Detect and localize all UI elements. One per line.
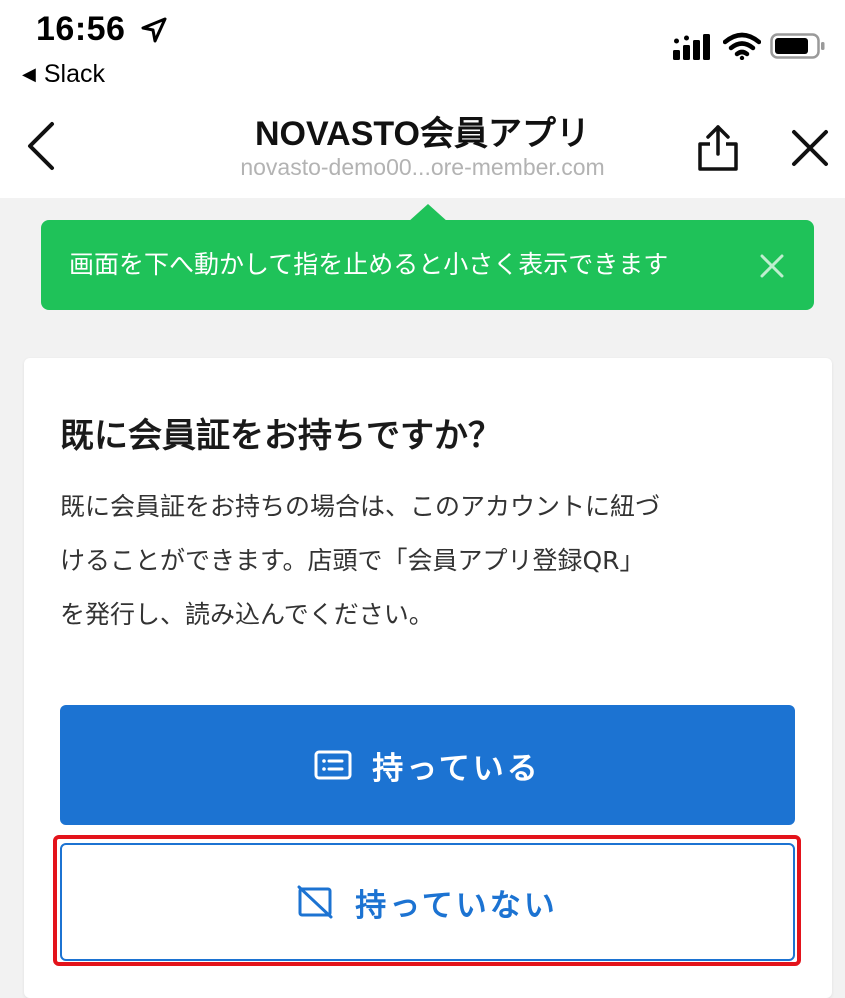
card-description: 既に会員証をお持ちの場合は、このアカウントに紐づ けることができます。店頭で「会… bbox=[60, 480, 805, 642]
card-title: 既に会員証をお持ちですか？ bbox=[60, 416, 502, 456]
close-icon[interactable] bbox=[788, 128, 832, 168]
back-app-label: Slack bbox=[43, 60, 105, 88]
no-card-icon bbox=[297, 885, 333, 919]
description-line: けることができます。店頭で「会員アプリ登録QR」 bbox=[60, 546, 645, 575]
status-time: 16:56 bbox=[36, 10, 126, 48]
back-triangle-icon: ◀ bbox=[22, 64, 36, 84]
page-url: novasto-demo00...ore-member.com bbox=[240, 154, 605, 180]
chevron-left-icon[interactable] bbox=[22, 120, 62, 172]
no-card-label: 持っていない bbox=[355, 887, 558, 924]
have-card-button[interactable]: 持っている bbox=[60, 705, 795, 825]
location-arrow-icon bbox=[141, 17, 167, 43]
back-to-app-link[interactable]: ◀ Slack bbox=[22, 60, 105, 89]
browser-header: 16:56 ◀ Slack NOVASTO会員アプリ novasto-demo0… bbox=[0, 0, 845, 198]
status-bar: 16:56 ◀ Slack bbox=[0, 0, 845, 96]
page-title: NOVASTO会員アプリ bbox=[255, 115, 590, 153]
share-icon[interactable] bbox=[696, 124, 740, 172]
tooltip-close-icon[interactable] bbox=[757, 251, 787, 281]
tooltip-banner: 画面を下へ動かして指を止めると小さく表示できます bbox=[41, 220, 814, 310]
member-card-icon bbox=[314, 750, 352, 780]
description-line: 既に会員証をお持ちの場合は、このアカウントに紐づ bbox=[60, 492, 661, 521]
tooltip-text: 画面を下へ動かして指を止めると小さく表示できます bbox=[69, 250, 669, 279]
no-card-button[interactable]: 持っていない bbox=[60, 843, 795, 961]
cellular-signal-icon bbox=[673, 34, 710, 60]
battery-icon bbox=[770, 33, 825, 59]
description-line: を発行し、読み込んでください。 bbox=[60, 600, 434, 629]
have-card-label: 持っている bbox=[372, 750, 541, 787]
wifi-icon bbox=[723, 32, 761, 60]
